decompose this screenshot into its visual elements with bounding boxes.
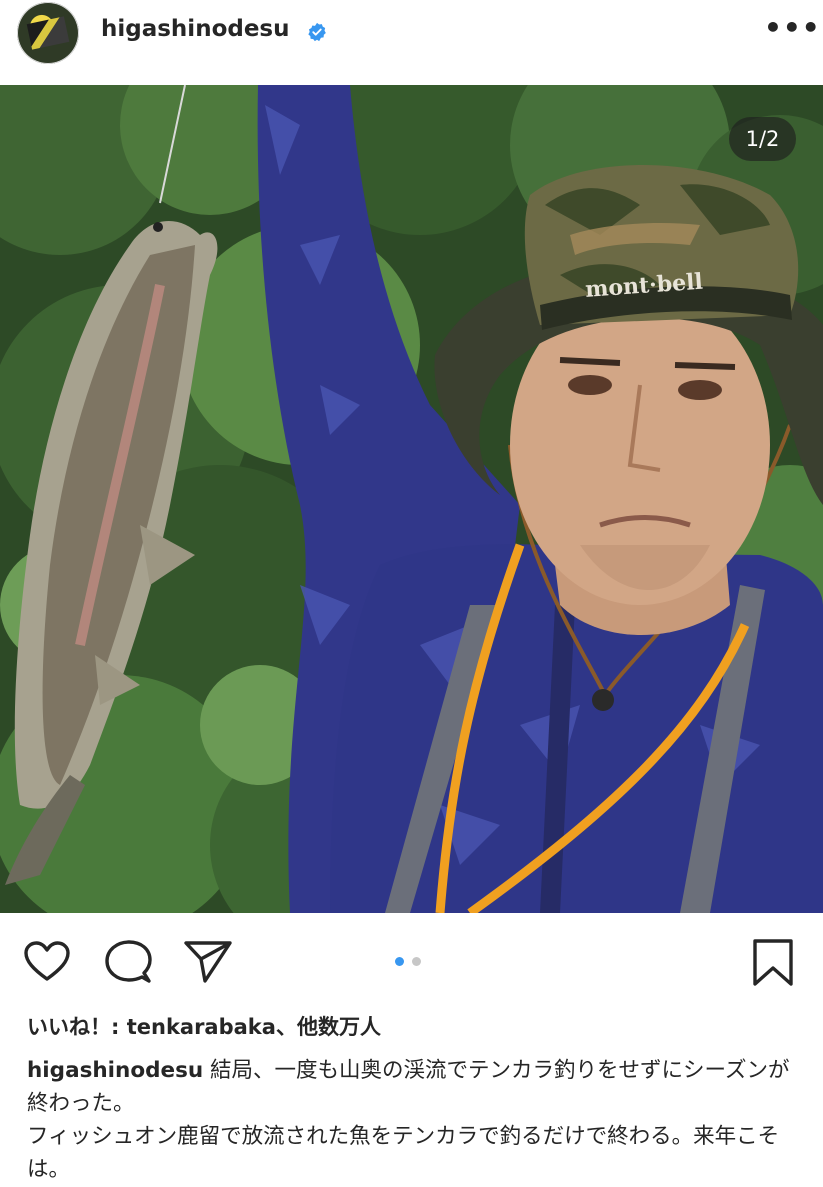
profile-avatar[interactable] (17, 2, 79, 64)
carousel-dot-active (395, 957, 404, 966)
photo-scene: mont·bell (0, 85, 823, 913)
verified-badge-icon (308, 22, 326, 42)
carousel-dot (412, 957, 421, 966)
post-header: higashinodesu ••• (0, 0, 823, 84)
caption-text-line2: フィッシュオン鹿留で放流された魚をテンカラで釣るだけで終わる。来年こそは。 (27, 1124, 780, 1182)
image-counter: 1/2 (729, 117, 796, 161)
post-actions (0, 913, 823, 1003)
send-icon[interactable] (183, 939, 233, 985)
bookmark-icon[interactable] (752, 938, 794, 988)
post-username[interactable]: higashinodesu (101, 16, 290, 42)
caption-username[interactable]: higashinodesu (27, 1058, 203, 1083)
likes-count[interactable]: いいね！: tenkarabaka、他数万人 (27, 1011, 381, 1041)
post-photo[interactable]: mont·bell 1/2 (0, 85, 823, 913)
comment-icon[interactable] (104, 939, 152, 985)
heart-icon[interactable] (23, 940, 71, 982)
more-options-icon[interactable]: ••• (764, 14, 821, 42)
post-caption: higashinodesu 結局、一度も山奥の渓流でテンカラ釣りをせずにシーズン… (27, 1054, 797, 1186)
